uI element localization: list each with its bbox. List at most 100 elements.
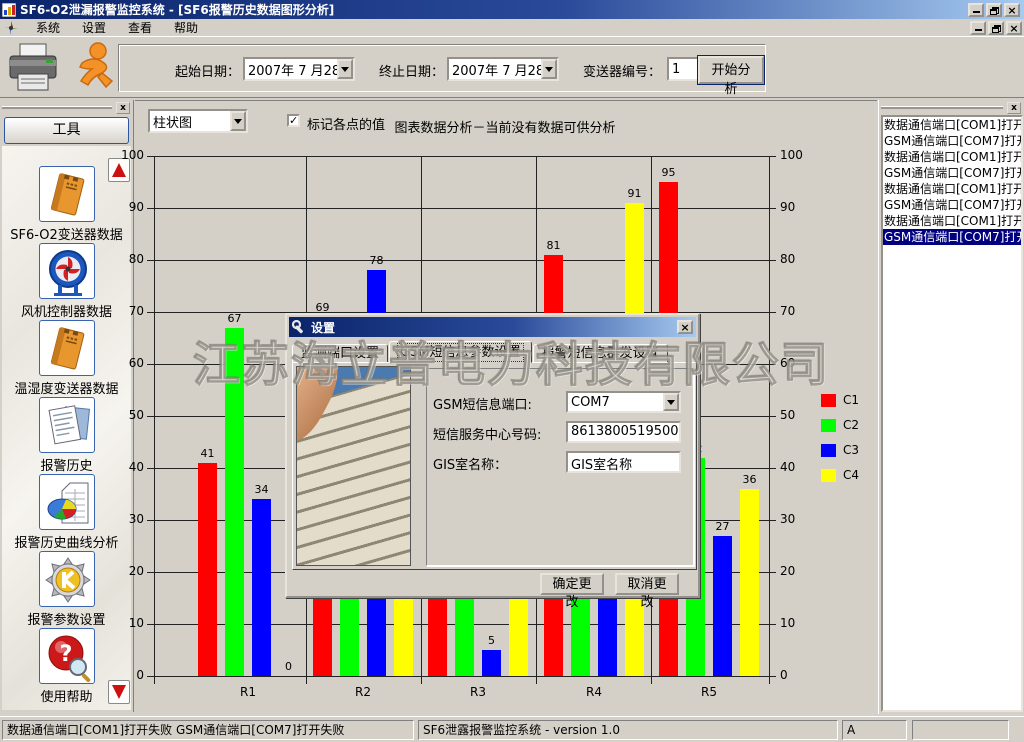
y-axis-label-right: 30	[780, 512, 795, 526]
tick-right	[769, 624, 776, 625]
dialog-field-label-0: GSM短信息端口:	[433, 394, 532, 413]
bar-value-label: 91	[617, 187, 653, 200]
transmitter-label: 变送器编号：	[583, 61, 661, 80]
menu-item-1[interactable]: 设置	[73, 18, 115, 37]
mdi-child-icon	[3, 20, 19, 36]
menu-item-2[interactable]: 查看	[119, 18, 161, 37]
bar-value-label: 78	[359, 254, 395, 267]
start-analysis-button[interactable]: 开始分析	[698, 56, 764, 84]
log-item-5[interactable]: GSM通信端口[COM7]打开失败	[883, 197, 1021, 213]
chevron-down-icon[interactable]	[663, 393, 679, 411]
dialog-close-button[interactable]: ×	[677, 320, 693, 334]
bar-C3-R3	[482, 650, 501, 676]
axis-v	[769, 156, 770, 684]
start-date-label: 起始日期：	[175, 61, 240, 80]
x-axis-label: R5	[689, 685, 729, 699]
log-item-7[interactable]: GSM通信端口[COM7]打开失败	[883, 229, 1021, 245]
y-axis-label-right: 40	[780, 460, 795, 474]
dialog-title-bar[interactable]: 设置 ×	[289, 317, 696, 337]
tick-left	[147, 364, 154, 365]
mdi-restore-button[interactable]	[988, 21, 1004, 35]
status-bar: 数据通信端口[COM1]打开失败 GSM通信端口[COM7]打开失败SF6泄露报…	[0, 716, 1024, 742]
tick-right	[769, 156, 776, 157]
gridline-h	[154, 156, 769, 157]
log-item-0[interactable]: 数据通信端口[COM1]打开失败	[883, 117, 1021, 133]
tick-left	[147, 676, 154, 677]
y-axis-label-left: 100	[106, 148, 144, 162]
log-item-4[interactable]: 数据通信端口[COM1]打开失败	[883, 181, 1021, 197]
status-panel-2: A	[842, 720, 907, 740]
tick-left	[147, 312, 154, 313]
fan-controller-icon	[39, 243, 95, 299]
start-date-combo[interactable]: 2007年 7 月28日	[243, 57, 355, 81]
messenger-man-icon[interactable]	[68, 41, 116, 93]
dialog-text-field-2[interactable]: GIS室名称	[566, 451, 681, 473]
end-date-label: 终止日期：	[379, 61, 444, 80]
tick-left	[147, 208, 154, 209]
tick-right	[769, 676, 776, 677]
dialog-field-label-2: GIS室名称：	[433, 454, 507, 473]
sidebar-item-6[interactable]: ?使用帮助	[2, 628, 131, 705]
end-date-combo[interactable]: 2007年 7 月28日	[447, 57, 559, 81]
y-axis-label-left: 30	[106, 512, 144, 526]
log-item-6[interactable]: 数据通信端口[COM1]打开失败	[883, 213, 1021, 229]
dialog-tab-2[interactable]: 报警短信息群发设置	[533, 344, 668, 363]
sidebar-item-label: 报警历史曲线分析	[2, 532, 131, 551]
app-icon	[2, 3, 16, 17]
close-icon[interactable]: x	[116, 102, 130, 114]
print-icon[interactable]	[6, 40, 60, 94]
log-item-1[interactable]: GSM通信端口[COM7]打开失败	[883, 133, 1021, 149]
tick-left	[147, 520, 154, 521]
bar-value-label: 41	[190, 447, 226, 460]
y-axis-label-left: 0	[106, 668, 144, 682]
y-axis-label-right: 0	[780, 668, 788, 682]
x-axis-label: R4	[574, 685, 614, 699]
log-item-3[interactable]: GSM通信端口[COM7]打开失败	[883, 165, 1021, 181]
tick-left	[147, 156, 154, 157]
dialog-text-field-1[interactable]: 8613800519500	[566, 421, 681, 443]
cancel-change-button[interactable]: 取消更改	[615, 573, 679, 595]
y-axis-label-left: 70	[106, 304, 144, 318]
y-axis-label-left: 40	[106, 460, 144, 474]
mdi-minimize-button[interactable]	[970, 21, 986, 35]
tick-right	[769, 520, 776, 521]
tick-right	[769, 260, 776, 261]
toolbar-filter-group: 起始日期： 2007年 7 月28日 终止日期： 2007年 7 月28日 变送…	[118, 44, 766, 92]
dialog-tab-1[interactable]: GSM短信息参数设置	[389, 341, 532, 363]
y-axis-label-left: 60	[106, 356, 144, 370]
wrench-icon	[292, 320, 307, 335]
tick-right	[769, 468, 776, 469]
tick-left	[147, 572, 154, 573]
bar-C3-R5	[713, 536, 732, 676]
tick-right	[769, 364, 776, 365]
legend-label: C1	[843, 393, 859, 407]
status-panel-0: 数据通信端口[COM1]打开失败 GSM通信端口[COM7]打开失败	[2, 720, 414, 740]
menu-bar: 系统设置查看帮助 ×	[0, 19, 1024, 37]
tick-left	[147, 260, 154, 261]
legend-swatch-C1	[821, 394, 836, 407]
y-axis-label-right: 60	[780, 356, 795, 370]
tick-right	[769, 416, 776, 417]
tools-header-button[interactable]: 工具	[4, 117, 129, 144]
restore-button[interactable]	[986, 3, 1002, 17]
close-icon[interactable]: x	[1007, 102, 1021, 114]
chevron-down-icon[interactable]	[541, 59, 557, 79]
minimize-button[interactable]	[968, 3, 984, 17]
confirm-change-button[interactable]: 确定更改	[540, 573, 604, 595]
log-item-2[interactable]: 数据通信端口[COM1]打开失败	[883, 149, 1021, 165]
menu-item-0[interactable]: 系统	[27, 18, 69, 37]
mdi-close-button[interactable]: ×	[1006, 21, 1022, 35]
gsm-port-combo[interactable]: COM7	[566, 391, 681, 413]
log-list[interactable]: 数据通信端口[COM1]打开失败GSM通信端口[COM7]打开失败数据通信端口[…	[881, 115, 1023, 712]
gridline-h	[154, 676, 769, 677]
close-button[interactable]: ×	[1004, 3, 1020, 17]
log-panel-grip[interactable]: x	[879, 102, 1024, 114]
legend-swatch-C4	[821, 469, 836, 482]
sidebar-item-label: SF6-O2变送器数据	[2, 224, 131, 243]
y-axis-label-right: 90	[780, 200, 795, 214]
dialog-tab-0[interactable]: 监测端口设置	[292, 344, 388, 363]
log-panel: x 数据通信端口[COM1]打开失败GSM通信端口[COM7]打开失败数据通信端…	[878, 100, 1024, 714]
sidebar-grip[interactable]: x	[0, 102, 134, 114]
chevron-down-icon[interactable]	[337, 59, 353, 79]
menu-item-3[interactable]: 帮助	[165, 18, 207, 37]
